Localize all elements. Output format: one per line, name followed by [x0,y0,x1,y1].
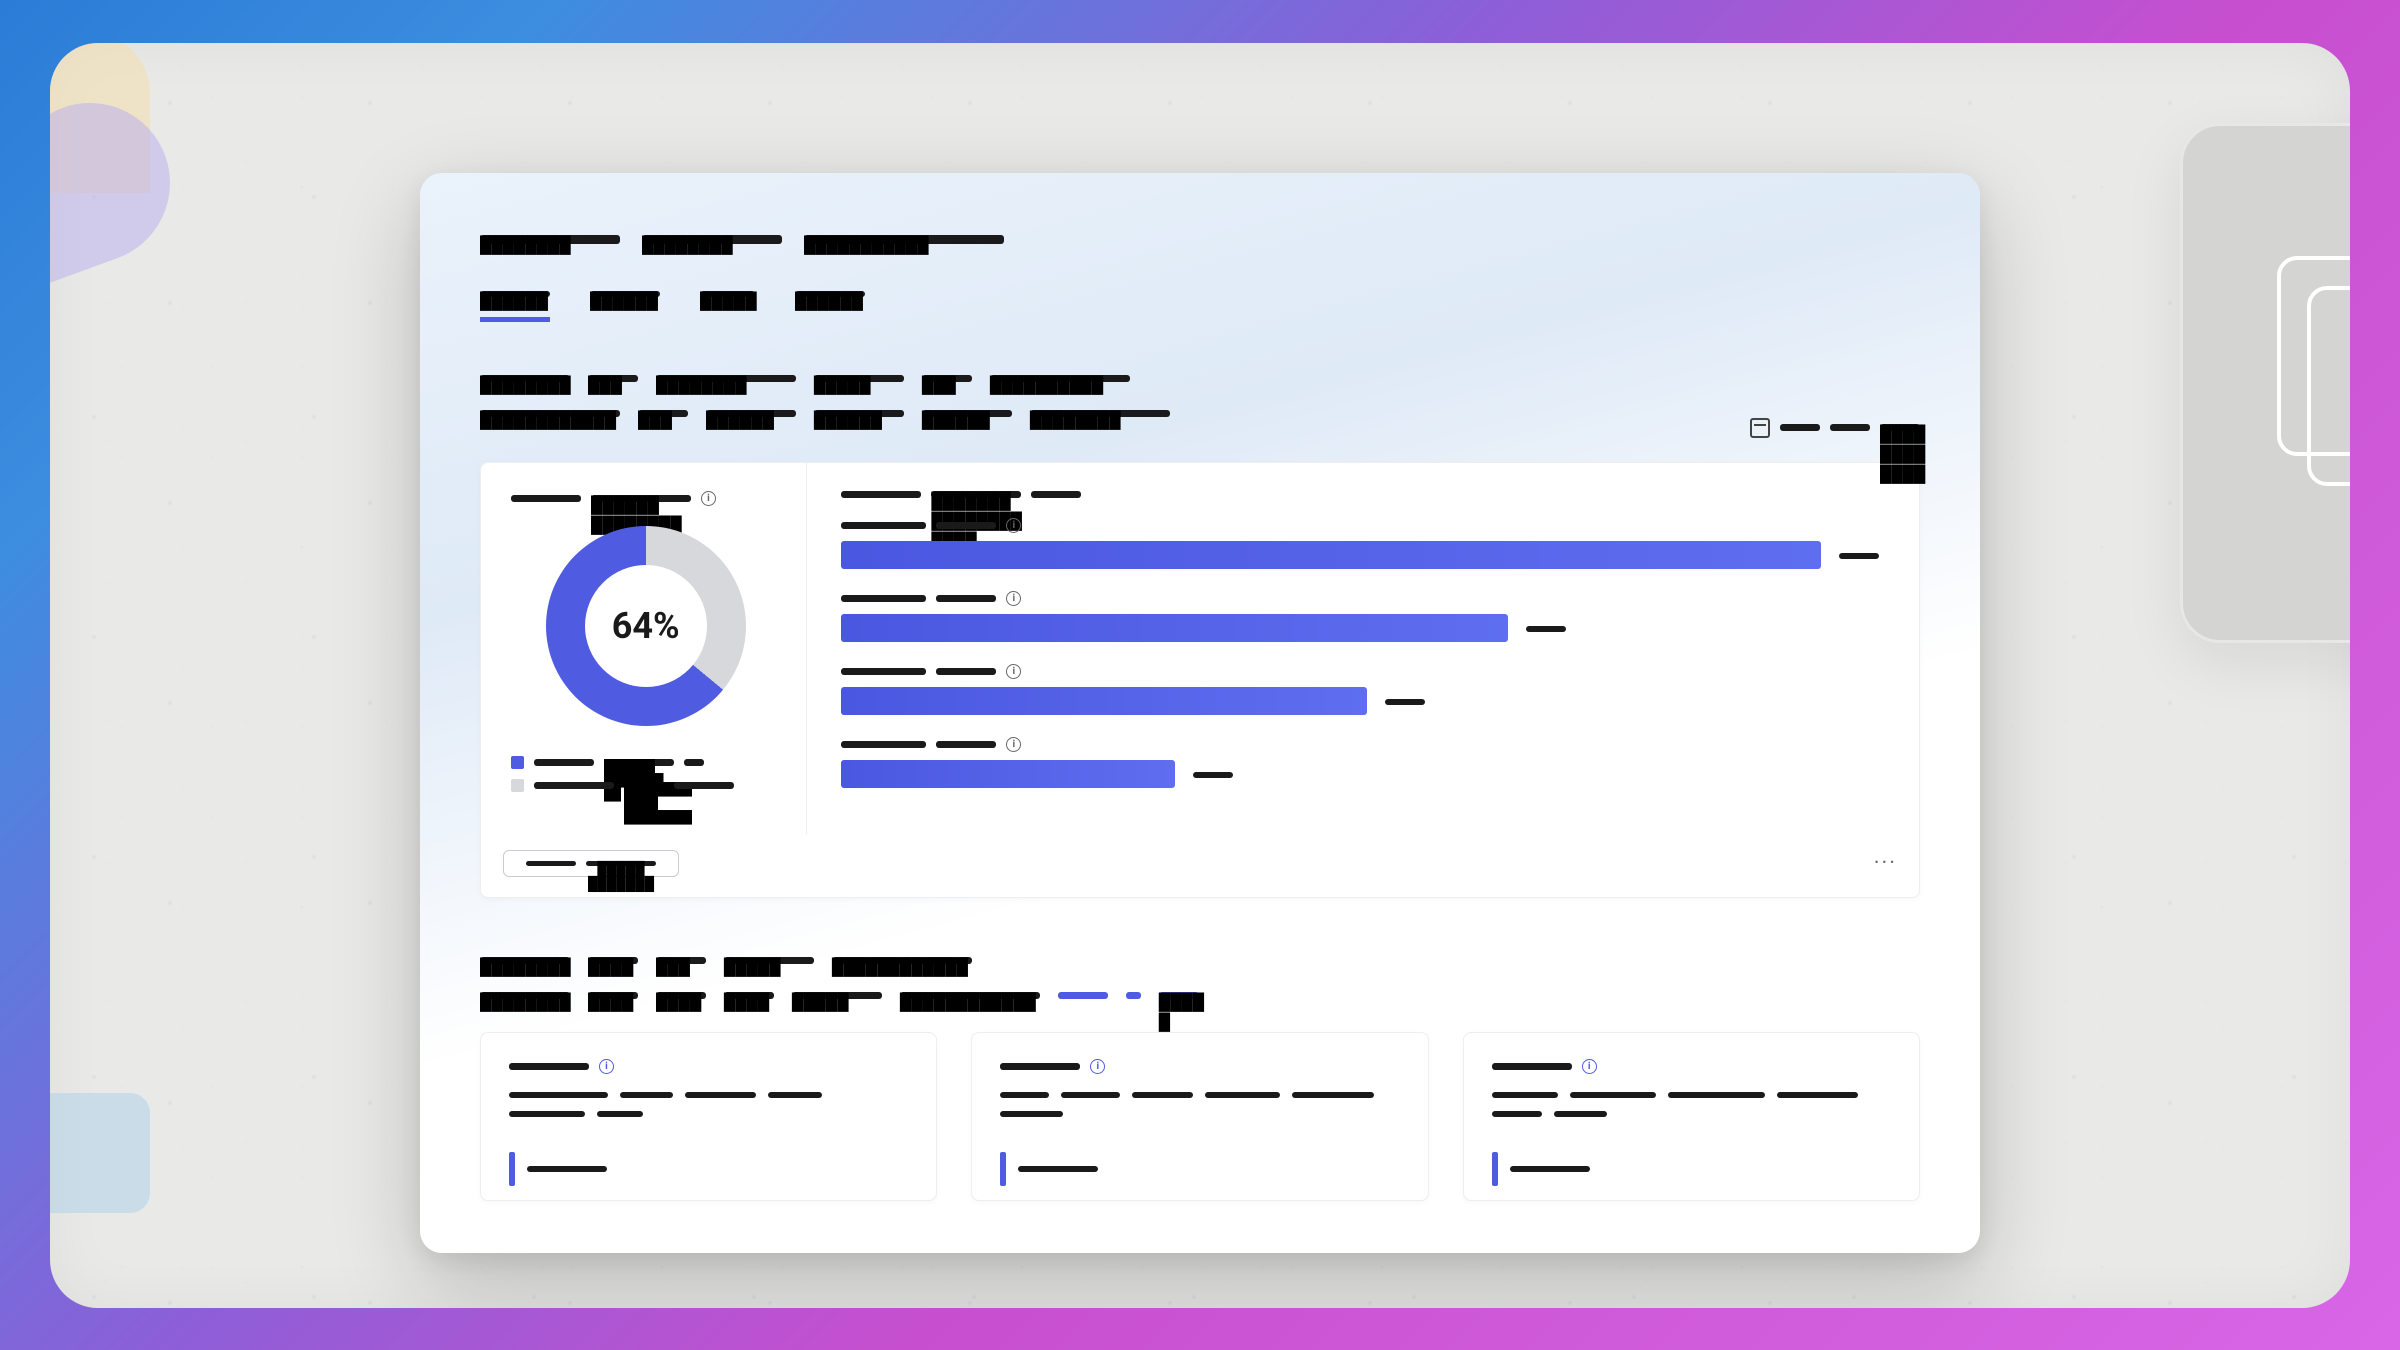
title-segment: ███████████ [804,235,1004,244]
section-intro: ████████ ███ ████████ █████ ███ ████████… [480,368,1920,438]
calendar-icon [1750,418,1770,438]
bar-value [1526,618,1566,637]
page-title: ████████ ████████ ███████████ [480,229,1920,248]
inline-link[interactable] [1126,992,1141,999]
desktop-background: ████████ ████████ ███████████ ██████ ███… [50,43,2350,1308]
view-details-button[interactable]: █████ ███████ [503,850,679,877]
tab-2[interactable]: ██████ [590,284,660,322]
section-2-heading: ████████ ████ ███ █████ ████████████ ███… [480,950,1920,1004]
info-icon[interactable]: i [1582,1059,1597,1074]
small-cards-row: i i i [480,1032,1920,1201]
date-range-picker[interactable]: ████ ████ ████ [1750,418,1920,438]
inline-link[interactable] [1058,992,1108,999]
info-icon[interactable]: i [1090,1059,1105,1074]
info-icon[interactable]: i [599,1059,614,1074]
bar-fill [841,760,1174,788]
donut-legend: ██████ ███████ ██ ████████ ████ ████████ [511,756,780,792]
tab-3[interactable]: █████ [700,284,755,322]
decoration [50,80,193,285]
info-icon[interactable]: i [1006,591,1021,606]
info-icon[interactable]: i [1006,664,1021,679]
sparkline [509,1152,908,1186]
sparkline [1492,1152,1891,1186]
metric-card[interactable]: i [971,1032,1428,1201]
tab-1[interactable]: ██████ [480,284,550,322]
more-icon[interactable]: ··· [1874,851,1897,876]
legend-item: ██████ ███████ ██ [511,756,780,769]
tab-4[interactable]: ██████ [795,284,865,322]
bar-row: i [841,664,1879,715]
bar-value [1193,764,1233,783]
title-segment: ████████ [642,235,782,244]
bar-value [1385,691,1425,710]
title-segment: ████████ [480,235,620,244]
bar-fill [841,541,1821,569]
card-footer: █████ ███████ ··· [481,834,1919,897]
overview-card: ██████ ████████ i 64% ██████ ███████ ██ [480,462,1920,898]
bars-panel: ███████ ████████ ████ i i i [807,463,1919,834]
background-device [2180,123,2350,643]
decoration [50,1093,150,1213]
bar-row: i [841,737,1879,788]
legend-swatch [511,756,524,769]
inline-link[interactable]: ████ █ ███ [1159,992,1199,999]
donut-value: 64% [612,605,680,647]
bar-value [1839,545,1879,564]
bar-row: i [841,591,1879,642]
sparkline [1000,1152,1399,1186]
bar-fill [841,614,1508,642]
donut-panel: ██████ ████████ i 64% ██████ ███████ ██ [481,463,807,834]
info-icon[interactable]: i [701,491,716,506]
legend-swatch [511,779,524,792]
metric-card[interactable]: i [1463,1032,1920,1201]
donut-chart: 64% [546,526,746,726]
info-icon[interactable]: i [1006,518,1021,533]
dashboard-window: ████████ ████████ ███████████ ██████ ███… [420,173,1980,1253]
bar-fill [841,687,1366,715]
info-icon[interactable]: i [1006,737,1021,752]
metric-card[interactable]: i [480,1032,937,1201]
tab-bar: ██████ ██████ █████ ██████ [480,284,1920,322]
